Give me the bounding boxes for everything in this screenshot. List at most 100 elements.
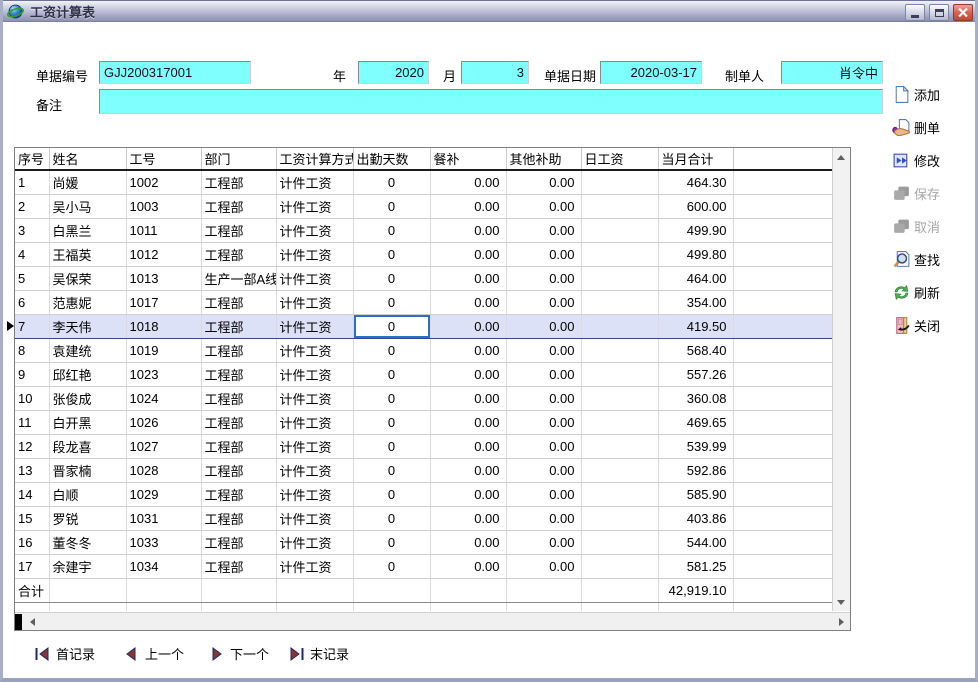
minimize-button[interactable] xyxy=(905,4,925,21)
table-cell[interactable]: 568.40 xyxy=(658,339,733,363)
table-cell[interactable]: 4 xyxy=(15,243,49,267)
table-cell[interactable] xyxy=(733,531,832,555)
table-cell[interactable]: 0.00 xyxy=(430,219,506,243)
table-cell[interactable] xyxy=(581,315,658,339)
table-cell[interactable]: 499.80 xyxy=(658,243,733,267)
scroll-up-button[interactable] xyxy=(832,148,850,166)
table-cell[interactable]: 0 xyxy=(353,531,430,555)
table-cell[interactable] xyxy=(581,459,658,483)
table-cell[interactable] xyxy=(733,435,832,459)
table-cell[interactable]: 李天伟 xyxy=(49,315,126,339)
table-cell[interactable]: 0.00 xyxy=(506,459,581,483)
table-cell[interactable]: 0.00 xyxy=(430,363,506,387)
table-cell[interactable]: 1031 xyxy=(126,507,201,531)
table-cell[interactable]: 3 xyxy=(15,219,49,243)
table-cell[interactable]: 0.00 xyxy=(506,531,581,555)
table-cell[interactable]: 工程部 xyxy=(201,435,276,459)
table-cell[interactable] xyxy=(733,267,832,291)
table-cell[interactable] xyxy=(733,243,832,267)
table-cell[interactable]: 0.00 xyxy=(430,411,506,435)
table-cell[interactable]: 539.99 xyxy=(658,435,733,459)
table-cell[interactable]: 计件工资 xyxy=(276,219,353,243)
table-cell[interactable]: 5 xyxy=(15,267,49,291)
table-cell[interactable] xyxy=(733,219,832,243)
table-cell[interactable]: 计件工资 xyxy=(276,291,353,315)
table-cell[interactable]: 邱红艳 xyxy=(49,363,126,387)
table-cell[interactable]: 1029 xyxy=(126,483,201,507)
table-cell[interactable]: 计件工资 xyxy=(276,339,353,363)
table-cell[interactable]: 499.90 xyxy=(658,219,733,243)
table-cell[interactable]: 8 xyxy=(15,339,49,363)
table-cell[interactable]: 10 xyxy=(15,387,49,411)
horizontal-scrollbar[interactable] xyxy=(15,612,850,630)
table-cell[interactable]: 0.00 xyxy=(506,435,581,459)
table-cell[interactable]: 工程部 xyxy=(201,243,276,267)
table-cell[interactable]: 吴小马 xyxy=(49,195,126,219)
table-cell[interactable]: 0.00 xyxy=(506,507,581,531)
table-cell[interactable]: 0.00 xyxy=(506,387,581,411)
remark-input[interactable] xyxy=(99,89,883,114)
scroll-left-button[interactable] xyxy=(23,613,41,631)
month-input[interactable] xyxy=(461,61,529,84)
cancel-button[interactable]: 取消 xyxy=(892,216,940,236)
doc-date-input[interactable] xyxy=(600,61,702,84)
table-cell[interactable]: 15 xyxy=(15,507,49,531)
table-cell[interactable]: 0.00 xyxy=(430,243,506,267)
table-cell[interactable]: 0 xyxy=(353,170,430,195)
table-cell[interactable] xyxy=(733,555,832,579)
table-cell[interactable]: 董冬冬 xyxy=(49,531,126,555)
table-cell[interactable]: 尚媛 xyxy=(49,170,126,195)
table-cell[interactable]: 0 xyxy=(353,363,430,387)
table-cell[interactable]: 7 xyxy=(15,315,49,339)
table-cell[interactable] xyxy=(581,363,658,387)
table-cell[interactable]: 0.00 xyxy=(506,219,581,243)
table-cell[interactable]: 0.00 xyxy=(506,315,581,339)
table-cell[interactable]: 0.00 xyxy=(506,291,581,315)
table-cell[interactable] xyxy=(581,291,658,315)
find-button[interactable]: 查找 xyxy=(892,249,940,269)
table-cell[interactable]: 0 xyxy=(353,555,430,579)
table-cell[interactable]: 0.00 xyxy=(430,459,506,483)
table-cell[interactable]: 吴保荣 xyxy=(49,267,126,291)
table-cell[interactable]: 419.50 xyxy=(658,315,733,339)
table-cell[interactable]: 白黑兰 xyxy=(49,219,126,243)
table-cell[interactable]: 403.86 xyxy=(658,507,733,531)
table-cell[interactable]: 0 xyxy=(353,219,430,243)
table-cell[interactable]: 1003 xyxy=(126,195,201,219)
table-cell[interactable]: 1012 xyxy=(126,243,201,267)
table-cell[interactable]: 0.00 xyxy=(430,291,506,315)
table-cell[interactable]: 工程部 xyxy=(201,483,276,507)
table-cell[interactable]: 罗锐 xyxy=(49,507,126,531)
table-cell[interactable]: 1018 xyxy=(126,315,201,339)
table-cell[interactable]: 1028 xyxy=(126,459,201,483)
vertical-scrollbar[interactable] xyxy=(832,148,850,611)
table-cell[interactable]: 0.00 xyxy=(506,170,581,195)
table-cell[interactable] xyxy=(733,363,832,387)
table-cell[interactable] xyxy=(581,507,658,531)
year-input[interactable] xyxy=(358,61,429,84)
delete-button[interactable]: 删单 xyxy=(892,117,940,137)
table-cell[interactable]: 2 xyxy=(15,195,49,219)
table-cell[interactable] xyxy=(581,267,658,291)
table-cell[interactable] xyxy=(733,170,832,195)
table-cell[interactable]: 段龙喜 xyxy=(49,435,126,459)
scroll-right-button[interactable] xyxy=(832,613,850,631)
add-button[interactable]: 添加 xyxy=(892,84,940,104)
table-cell[interactable]: 1017 xyxy=(126,291,201,315)
table-cell[interactable]: 计件工资 xyxy=(276,387,353,411)
refresh-button[interactable]: 刷新 xyxy=(892,282,940,302)
table-cell[interactable]: 白开黑 xyxy=(49,411,126,435)
table-cell[interactable] xyxy=(733,459,832,483)
table-cell[interactable]: 工程部 xyxy=(201,411,276,435)
table-cell[interactable] xyxy=(733,483,832,507)
table-cell[interactable]: 计件工资 xyxy=(276,267,353,291)
table-cell[interactable] xyxy=(581,435,658,459)
table-cell[interactable]: 600.00 xyxy=(658,195,733,219)
table-cell[interactable]: 11 xyxy=(15,411,49,435)
table-cell[interactable]: 工程部 xyxy=(201,555,276,579)
table-cell[interactable]: 计件工资 xyxy=(276,195,353,219)
table-cell[interactable]: 0.00 xyxy=(506,339,581,363)
table-cell[interactable] xyxy=(581,531,658,555)
previous-record-button[interactable]: 上一个 xyxy=(123,645,184,662)
table-cell[interactable]: 6 xyxy=(15,291,49,315)
